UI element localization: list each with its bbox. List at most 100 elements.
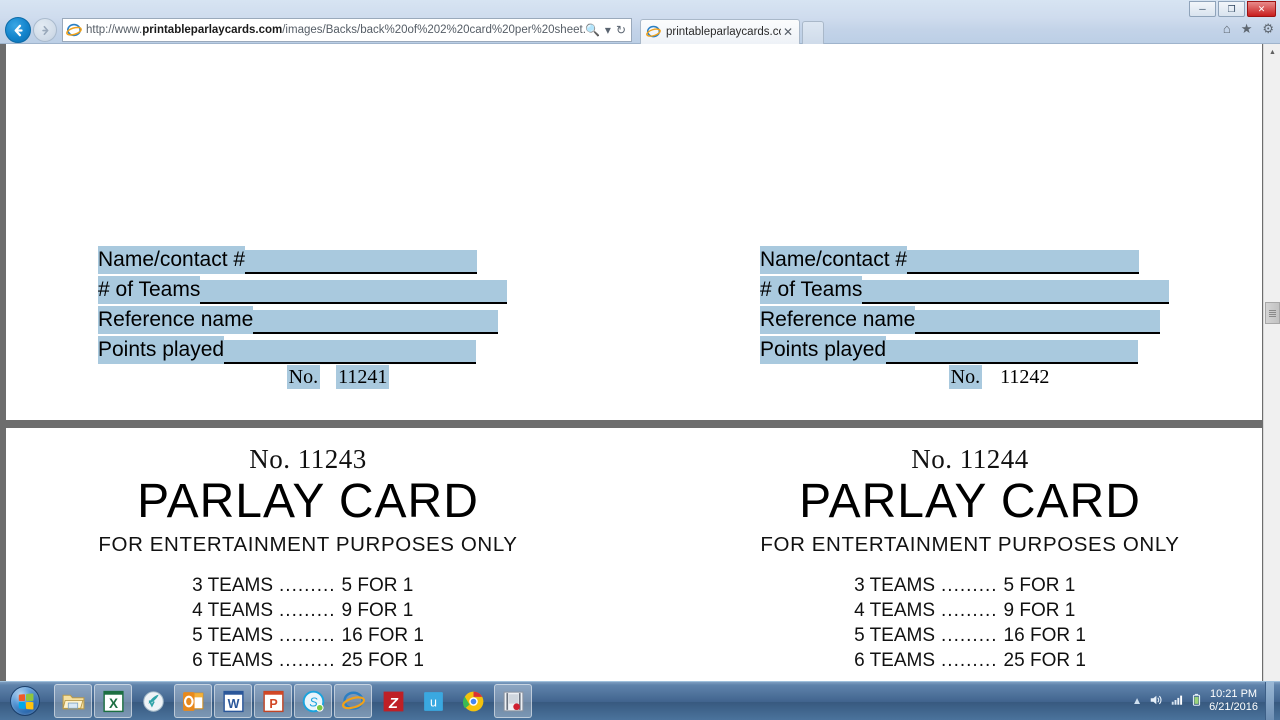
u-app-icon: u: [423, 691, 443, 711]
scrollbar-thumb[interactable]: [1265, 302, 1280, 324]
pdf-page-2: No. 11243 PARLAY CARD FOR ENTERTAINMENT …: [6, 428, 1262, 681]
parlay-number-right: No. 11244: [911, 444, 1029, 474]
back-button[interactable]: [5, 17, 31, 43]
taskbar-internet-explorer[interactable]: [334, 684, 372, 718]
odds-row: 5 TEAMS ......... 16 FOR 1: [192, 623, 424, 648]
internet-explorer-icon: [341, 691, 365, 710]
back-arrow-icon: [14, 24, 23, 36]
odds-teams: 6 TEAMS: [192, 649, 274, 671]
start-button[interactable]: [0, 682, 50, 720]
browser-tab[interactable]: printableparlaycards.com ✕: [640, 19, 800, 44]
battery-icon[interactable]: [1191, 693, 1202, 709]
odds-table-left: 3 TEAMS ......... 5 FOR 1 4 TEAMS ......…: [192, 573, 424, 673]
parlay-title-right: PARLAY CARD: [799, 475, 1141, 528]
address-bar[interactable]: http://www.printableparlaycards.com/imag…: [62, 18, 632, 42]
field-row-num-teams: # of Teams: [760, 276, 1180, 306]
odds-teams: 4 TEAMS: [854, 599, 936, 621]
taskbar-file-explorer[interactable]: [54, 684, 92, 718]
show-desktop-button[interactable]: [1265, 682, 1274, 720]
scroll-up-button[interactable]: ▲: [1264, 44, 1280, 61]
chevron-down-icon[interactable]: ▾: [605, 23, 611, 37]
gear-icon[interactable]: ⚙: [1262, 22, 1274, 35]
url-prefix: http://www.: [86, 24, 143, 36]
odds-payout: 16 FOR 1: [1003, 624, 1086, 646]
parlay-title-left: PARLAY CARD: [137, 475, 479, 528]
browser-chrome: ─ ❐ ✕ http://www.printableparlaycards.co…: [0, 0, 1280, 44]
close-window-button[interactable]: ✕: [1247, 1, 1276, 17]
odds-payout: 16 FOR 1: [341, 624, 424, 646]
svg-text:Z: Z: [388, 695, 399, 711]
vertical-scrollbar[interactable]: ▲: [1263, 44, 1280, 681]
network-signal-icon[interactable]: [1170, 693, 1184, 709]
taskbar-apps: X W P S Z u: [50, 684, 532, 718]
parlay-card-right: No. 11244 PARLAY CARD FOR ENTERTAINMENT …: [700, 444, 1240, 673]
taskbar-teal-app[interactable]: [134, 684, 172, 718]
restore-button[interactable]: ❐: [1218, 1, 1245, 17]
card-number-row-right: No. 11242: [760, 365, 1180, 396]
new-tab-button[interactable]: [802, 21, 824, 44]
taskbar-clock[interactable]: 10:21 PM 6/21/2016: [1209, 688, 1258, 714]
taskbar-word[interactable]: W: [214, 684, 252, 718]
clock-time: 10:21 PM: [1209, 688, 1258, 700]
pdf-page-1: Name/contact # # of Teams Reference name…: [6, 44, 1262, 420]
word-icon: W: [222, 690, 244, 712]
refresh-icon[interactable]: ↻: [616, 23, 626, 37]
forward-button[interactable]: [33, 18, 57, 42]
parlay-subtitle-left: FOR ENTERTAINMENT PURPOSES ONLY: [98, 533, 518, 557]
taskbar-powerpoint[interactable]: P: [254, 684, 292, 718]
field-row-points-played: Points played: [98, 336, 518, 366]
taskbar-filezilla[interactable]: Z: [374, 684, 412, 718]
odds-teams: 5 TEAMS: [192, 624, 274, 646]
taskbar-outlook[interactable]: [174, 684, 212, 718]
odds-dots: .........: [941, 599, 998, 621]
odds-payout: 25 FOR 1: [341, 649, 424, 671]
odds-teams: 5 TEAMS: [854, 624, 936, 646]
taskbar-excel[interactable]: X: [94, 684, 132, 718]
svg-text:u: u: [430, 695, 437, 709]
odds-row: 3 TEAMS ......... 5 FOR 1: [854, 573, 1086, 598]
odds-teams: 3 TEAMS: [854, 574, 936, 596]
field-row-name-contact: Name/contact #: [98, 246, 518, 276]
odds-dots: .........: [279, 574, 336, 596]
odds-teams: 3 TEAMS: [192, 574, 274, 596]
clock-date: 6/21/2016: [1209, 701, 1258, 713]
taskbar-chrome[interactable]: [454, 684, 492, 718]
odds-row: 5 TEAMS ......... 16 FOR 1: [854, 623, 1086, 648]
chrome-icon: [462, 691, 483, 711]
screen: ─ ❐ ✕ http://www.printableparlaycards.co…: [0, 0, 1280, 720]
home-icon[interactable]: ⌂: [1223, 22, 1231, 35]
field-label-num-teams: # of Teams: [98, 276, 201, 304]
field-rule-points-played[interactable]: [886, 340, 1139, 364]
tray-chevron-icon[interactable]: ▲: [1132, 696, 1142, 707]
filezilla-icon: Z: [383, 691, 403, 711]
url-domain: printableparlaycards.com: [142, 24, 283, 36]
svg-text:W: W: [227, 696, 239, 710]
minimize-button[interactable]: ─: [1189, 1, 1216, 17]
excel-icon: X: [102, 690, 124, 712]
window-controls: ─ ❐ ✕: [1189, 1, 1276, 17]
field-rule-reference-name[interactable]: [915, 310, 1161, 334]
field-row-reference-name: Reference name: [98, 306, 518, 336]
field-rule-num-teams[interactable]: [862, 280, 1170, 304]
field-rule-num-teams[interactable]: [200, 280, 508, 304]
taskbar-recorder[interactable]: [494, 684, 532, 718]
favorites-star-icon[interactable]: ★: [1241, 22, 1253, 35]
svg-text:P: P: [269, 696, 277, 710]
address-text: http://www.printableparlaycards.com/imag…: [86, 19, 585, 41]
taskbar-u-app[interactable]: u: [414, 684, 452, 718]
search-icon[interactable]: 🔍: [585, 23, 600, 37]
odds-table-right: 3 TEAMS ......... 5 FOR 1 4 TEAMS ......…: [854, 573, 1086, 673]
tab-favicon-icon: [646, 24, 662, 40]
tab-close-icon[interactable]: ✕: [781, 25, 795, 39]
field-rule-name-contact[interactable]: [245, 250, 478, 274]
powerpoint-icon: P: [262, 690, 284, 712]
field-rule-points-played[interactable]: [224, 340, 477, 364]
volume-icon[interactable]: [1149, 693, 1163, 709]
field-rule-name-contact[interactable]: [907, 250, 1140, 274]
field-rule-reference-name[interactable]: [253, 310, 499, 334]
ie-favicon-icon: [66, 22, 82, 38]
field-row-points-played: Points played: [760, 336, 1180, 366]
pdf-viewport[interactable]: Name/contact # # of Teams Reference name…: [0, 44, 1280, 681]
system-tray: ▲ 10:21 PM 6/21/2016: [1132, 682, 1280, 720]
taskbar-skype[interactable]: S: [294, 684, 332, 718]
